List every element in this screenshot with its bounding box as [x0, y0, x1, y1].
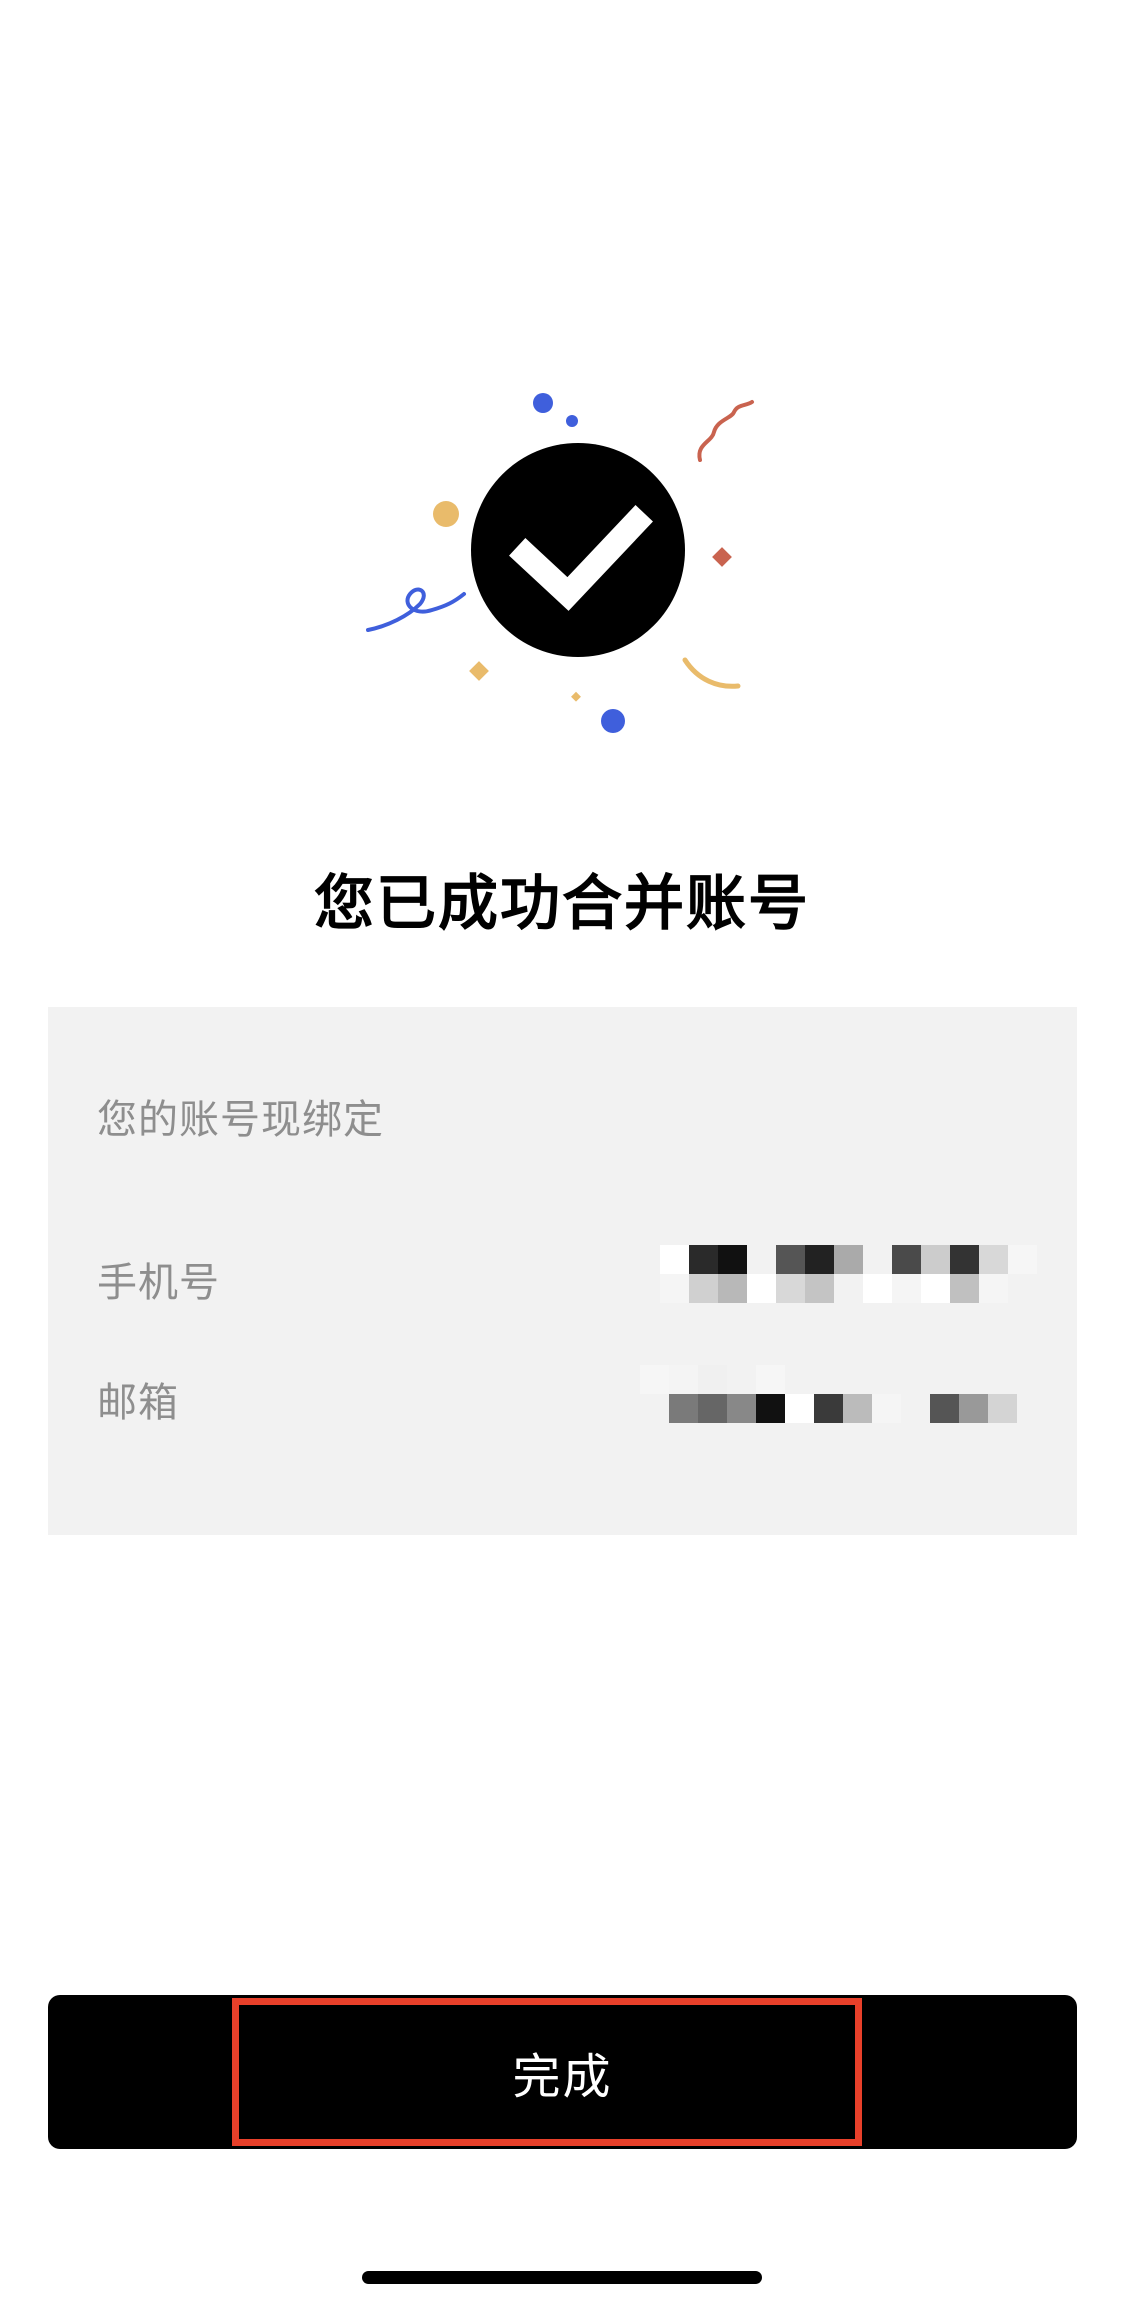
home-indicator — [362, 2271, 762, 2284]
info-card-heading: 您的账号现绑定 — [97, 1097, 384, 1143]
masked-phone-value — [660, 1245, 1037, 1303]
success-illustration — [360, 380, 780, 760]
email-label: 邮箱 — [97, 1380, 179, 1426]
phone-label: 手机号 — [97, 1260, 220, 1306]
checkmark-circle-icon — [471, 443, 685, 657]
page-title: 您已成功合并账号 — [314, 869, 810, 939]
account-info-card: 您的账号现绑定 手机号 邮箱 — [48, 1007, 1077, 1535]
masked-email-value — [640, 1365, 1017, 1423]
confetti-decoration — [366, 393, 754, 733]
done-button-label: 完成 — [512, 2049, 613, 2105]
done-button[interactable]: 完成 — [48, 1995, 1077, 2149]
